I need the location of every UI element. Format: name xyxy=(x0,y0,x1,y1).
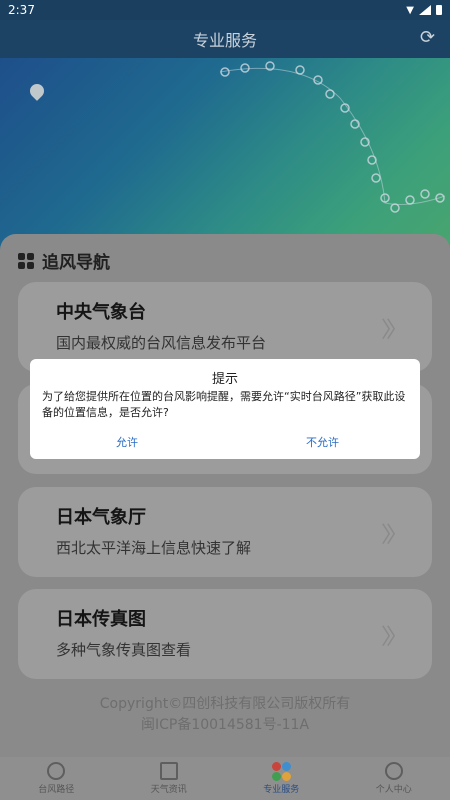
allow-button[interactable]: 允许 xyxy=(116,434,138,450)
dialog-title: 提示 xyxy=(211,372,238,387)
deny-button[interactable]: 不允许 xyxy=(306,434,339,450)
modal-overlay: 提示 为了给您提供所在位置的台风影响提醒，需要允许“实时台风路径”获取此设备的位… xyxy=(0,0,450,800)
permission-dialog: 提示 为了给您提供所在位置的台风影响提醒，需要允许“实时台风路径”获取此设备的位… xyxy=(30,359,420,459)
dialog-message: 为了给您提供所在位置的台风影响提醒，需要允许“实时台风路径”获取此设备的位置信息… xyxy=(42,390,406,419)
